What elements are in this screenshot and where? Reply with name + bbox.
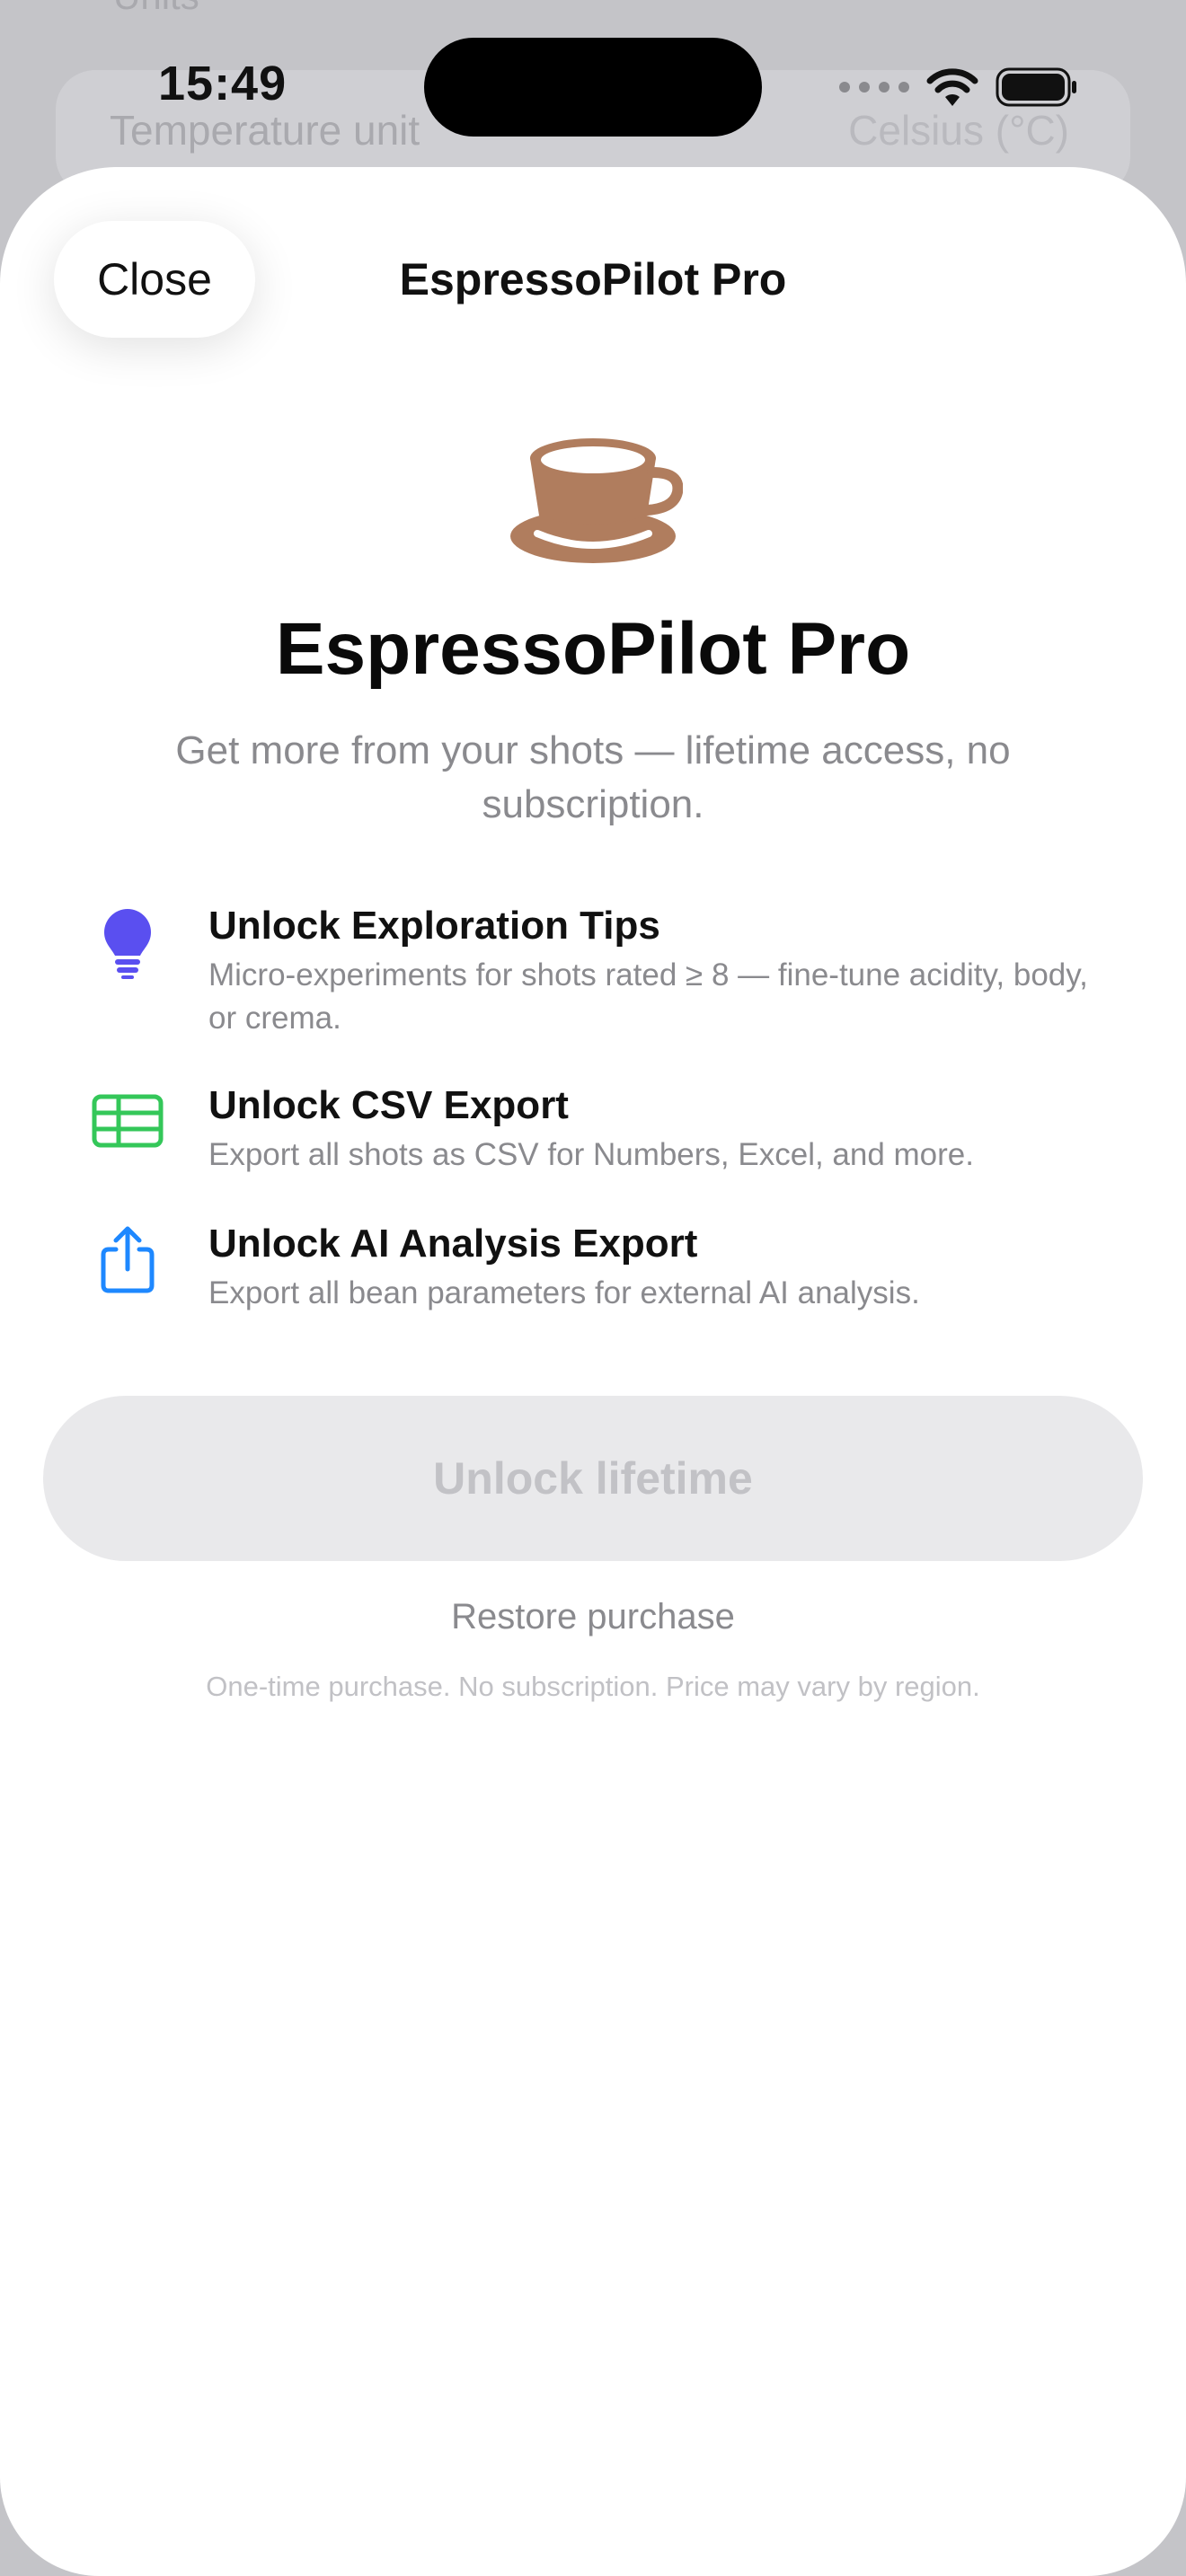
share-icon xyxy=(90,1222,165,1297)
navigation-title: EspressoPilot Pro xyxy=(399,254,787,304)
unlock-lifetime-button[interactable]: Unlock lifetime xyxy=(43,1396,1143,1561)
coffee-cup-icon xyxy=(510,438,683,563)
paywall-sheet: Close EspressoPilot Pro EspressoPilot Pr… xyxy=(0,167,1186,2576)
feature-description: Micro-experiments for shots rated ≥ 8 — … xyxy=(208,957,1088,1036)
dynamic-island xyxy=(424,38,762,137)
wifi-icon xyxy=(926,68,978,106)
status-bar-indicators xyxy=(839,66,1078,108)
paywall-title: EspressoPilot Pro xyxy=(275,608,911,690)
feature-title: Unlock AI Analysis Export xyxy=(208,1222,698,1266)
feature-title: Unlock Exploration Tips xyxy=(208,904,660,948)
paywall-subtitle: Get more from your shots — lifetime acce… xyxy=(175,728,1011,826)
lightbulb-icon xyxy=(90,905,165,981)
restore-purchase-link[interactable]: Restore purchase xyxy=(0,1597,1186,1637)
background-row-label: Temperature unit xyxy=(110,107,420,154)
purchase-fineprint: One-time purchase. No subscription. Pric… xyxy=(206,1671,980,1702)
feature-description: Export all bean parameters for external … xyxy=(208,1275,920,1310)
background-section-header: Units xyxy=(113,0,199,18)
cellular-signal-icon xyxy=(839,82,909,93)
feature-title: Unlock CSV Export xyxy=(208,1083,569,1127)
feature-description: Export all shots as CSV for Numbers, Exc… xyxy=(208,1137,974,1172)
table-icon xyxy=(90,1083,165,1159)
background-row-value: Celsius (°C) xyxy=(848,107,1069,154)
battery-icon xyxy=(996,67,1076,107)
status-bar-time: 15:49 xyxy=(158,57,288,110)
